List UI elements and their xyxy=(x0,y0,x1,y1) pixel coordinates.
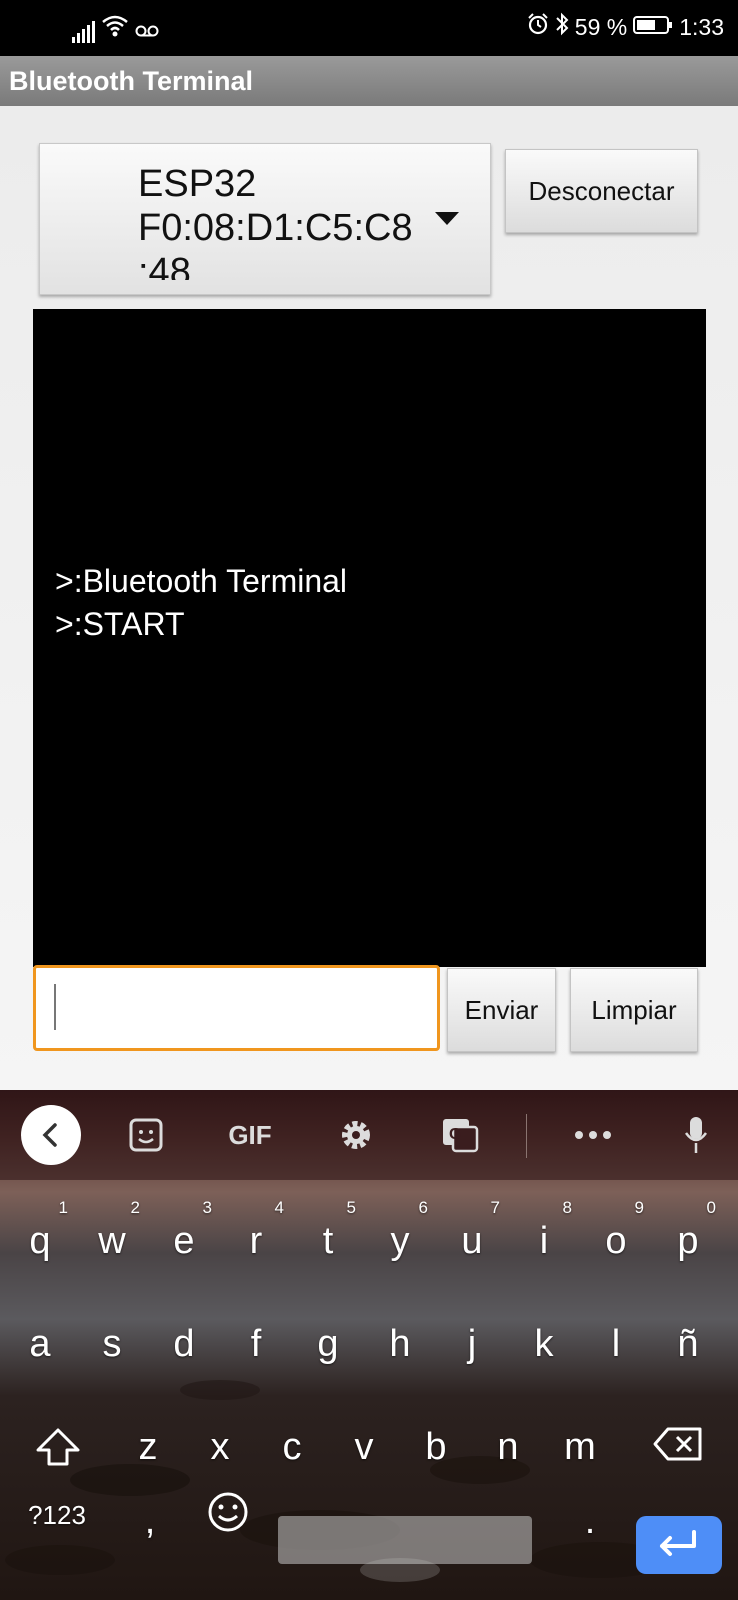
backspace-key[interactable] xyxy=(648,1426,708,1472)
chevron-left-icon xyxy=(42,1123,57,1147)
shift-key[interactable] xyxy=(28,1426,88,1478)
app-bar: Bluetooth Terminal xyxy=(0,56,738,106)
key-j[interactable]: j xyxy=(442,1323,502,1366)
key-y[interactable]: y6 xyxy=(370,1198,430,1263)
period-key[interactable]: . xyxy=(560,1500,620,1543)
microphone-icon[interactable] xyxy=(676,1112,716,1158)
key-z[interactable]: z xyxy=(118,1426,178,1469)
symbols-key[interactable]: ?123 xyxy=(22,1500,92,1531)
text-cursor xyxy=(54,984,56,1030)
shift-icon xyxy=(36,1428,80,1466)
message-input[interactable] xyxy=(42,974,432,1042)
toolbar-divider xyxy=(526,1114,527,1158)
key-k[interactable]: k xyxy=(514,1323,574,1366)
key-v[interactable]: v xyxy=(334,1426,394,1469)
key-a[interactable]: a xyxy=(10,1323,70,1366)
key-t[interactable]: t5 xyxy=(298,1198,358,1263)
key-g[interactable]: g xyxy=(298,1323,358,1366)
signal-icon xyxy=(72,21,95,43)
disconnect-button[interactable]: Desconectar xyxy=(505,149,698,233)
key-f[interactable]: f xyxy=(226,1323,286,1366)
key-s[interactable]: s xyxy=(82,1323,142,1366)
key-d[interactable]: d xyxy=(154,1323,214,1366)
device-selector[interactable]: ESP32 F0:08:D1:C5:C8:48 xyxy=(39,143,491,295)
key-m[interactable]: m xyxy=(550,1426,610,1469)
key-b[interactable]: b xyxy=(406,1426,466,1469)
comma-key[interactable]: , xyxy=(120,1500,180,1543)
key-c[interactable]: c xyxy=(262,1426,322,1469)
clock: 1:33 xyxy=(679,13,724,40)
status-bar: 59 % 1:33 xyxy=(0,0,738,56)
key-p[interactable]: p0 xyxy=(658,1198,718,1263)
key-n-tilde[interactable]: ñ xyxy=(658,1323,718,1366)
key-x[interactable]: x xyxy=(190,1426,250,1469)
wifi-icon xyxy=(101,14,129,43)
key-r[interactable]: r4 xyxy=(226,1198,286,1263)
key-o[interactable]: o9 xyxy=(586,1198,646,1263)
enter-icon xyxy=(660,1530,696,1556)
dropdown-arrow-icon xyxy=(435,212,459,225)
battery-icon xyxy=(633,14,673,41)
key-e[interactable]: e3 xyxy=(154,1198,214,1263)
terminal-line: >:Bluetooth Terminal xyxy=(55,563,348,599)
translate-icon[interactable]: G xyxy=(438,1112,482,1158)
device-selector-value: ESP32 F0:08:D1:C5:C8:48 xyxy=(138,163,413,280)
key-w[interactable]: w2 xyxy=(82,1198,142,1263)
gif-button[interactable]: GIF xyxy=(220,1112,280,1158)
clear-button[interactable]: Limpiar xyxy=(570,968,698,1052)
more-icon[interactable] xyxy=(568,1112,618,1158)
key-l[interactable]: l xyxy=(586,1323,646,1366)
backspace-icon xyxy=(653,1427,702,1461)
key-i[interactable]: i8 xyxy=(514,1198,574,1263)
terminal-line: >:START xyxy=(55,606,185,642)
send-button[interactable]: Enviar xyxy=(447,968,556,1052)
spacebar[interactable] xyxy=(278,1516,532,1564)
emoji-key[interactable] xyxy=(200,1490,256,1544)
key-u[interactable]: u7 xyxy=(442,1198,502,1263)
alarm-icon xyxy=(527,13,549,41)
key-n[interactable]: n xyxy=(478,1426,538,1469)
sticker-icon[interactable] xyxy=(124,1112,168,1158)
emoji-icon xyxy=(208,1492,248,1532)
terminal-output: >:Bluetooth Terminal >:START xyxy=(33,309,706,967)
key-h[interactable]: h xyxy=(370,1323,430,1366)
voicemail-icon xyxy=(135,24,159,43)
battery-percent: 59 % xyxy=(574,13,628,40)
bluetooth-icon xyxy=(555,12,569,42)
app-title: Bluetooth Terminal xyxy=(9,66,254,96)
keyboard-back-button[interactable] xyxy=(21,1105,81,1165)
svg-text:G: G xyxy=(449,1126,461,1143)
enter-key[interactable] xyxy=(636,1516,722,1574)
settings-icon[interactable] xyxy=(334,1112,378,1158)
message-input-container[interactable] xyxy=(33,965,440,1051)
key-q[interactable]: q1 xyxy=(10,1198,70,1263)
keyboard-toolbar: GIF G xyxy=(0,1090,738,1180)
main-content: ESP32 F0:08:D1:C5:C8:48 Desconectar >:Bl… xyxy=(0,106,738,1090)
